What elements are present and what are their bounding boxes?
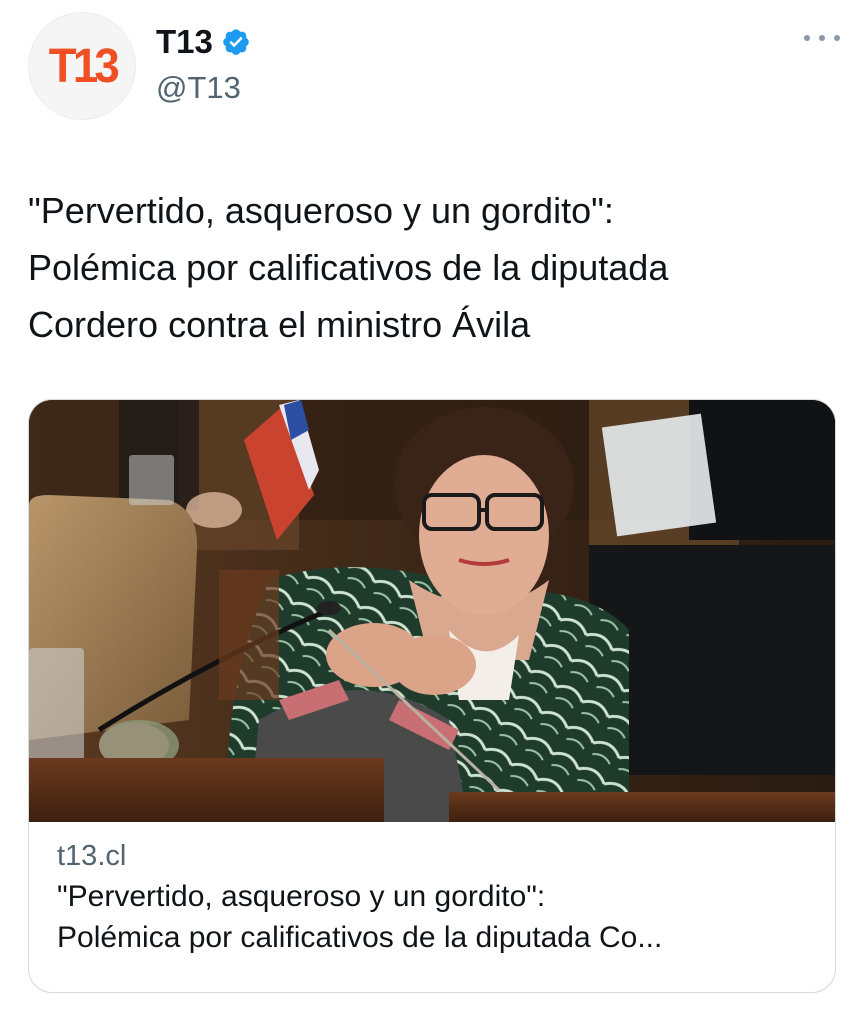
author-names: T13 @T13: [156, 20, 251, 110]
card-title-line-2[interactable]: Polémica por calificativos de la diputad…: [57, 917, 815, 958]
verified-badge-icon: [223, 29, 249, 55]
more-dot: [834, 35, 840, 41]
avatar[interactable]: T13: [28, 12, 136, 120]
more-horizontal-icon: [804, 35, 810, 41]
tweet-header: T13 T13 @T13: [28, 12, 842, 120]
tweet-text: "Pervertido, asqueroso y un gordito": Po…: [28, 190, 669, 345]
display-name-row: T13: [156, 20, 251, 64]
card-title-line-1[interactable]: "Pervertido, asqueroso y un gordito":: [57, 876, 815, 917]
card-photo-illustration: [29, 400, 835, 822]
more-dot: [819, 35, 825, 41]
handle[interactable]: @T13: [156, 66, 251, 110]
card-image[interactable]: [29, 400, 835, 822]
display-name[interactable]: T13: [156, 20, 213, 64]
t13-logo: T13: [48, 39, 119, 93]
card-footer[interactable]: t13.cl "Pervertido, asqueroso y un gordi…: [57, 836, 815, 958]
card-domain[interactable]: t13.cl: [57, 836, 815, 876]
link-card[interactable]: t13.cl "Pervertido, asqueroso y un gordi…: [28, 399, 836, 993]
more-options-button[interactable]: [804, 26, 840, 50]
